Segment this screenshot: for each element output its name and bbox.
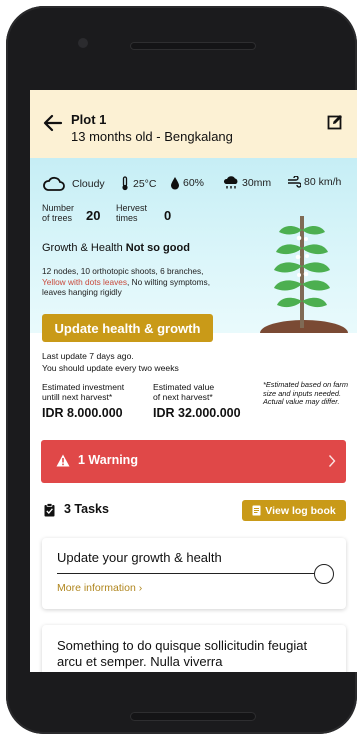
plant-illustration (260, 216, 348, 333)
edit-icon[interactable] (327, 114, 343, 130)
task-progress-line (57, 573, 315, 574)
bottom-speaker (130, 712, 256, 721)
estimate-note: *Estimated based on farm size and inputs… (263, 380, 349, 407)
view-log-book-button[interactable]: View log book (242, 500, 346, 521)
weather-temperature: 25°C (120, 176, 156, 191)
water-drop-icon (171, 177, 179, 190)
cloud-icon (43, 176, 65, 191)
app-screen: Plot 1 13 months old - Bengkalang Cloudy (30, 90, 357, 672)
update-frequency-text: You should update every two weeks (42, 363, 179, 373)
temperature-label: 25°C (133, 177, 157, 190)
weather-rainfall: 30mm (223, 176, 271, 190)
plot-subtitle: 13 months old - Bengkalang (71, 129, 233, 144)
arrow-back-icon[interactable] (42, 112, 64, 134)
investment-label: Estimated investment untill next harvest* (42, 382, 125, 402)
warning-banner[interactable]: 1 Warning (41, 440, 346, 483)
growth-health: Growth & Health Not so good (42, 242, 190, 254)
update-health-growth-button[interactable]: Update health & growth (42, 314, 213, 342)
harvest-value-amount: IDR 32.000.000 (153, 406, 241, 420)
last-update-text: Last update 7 days ago. (42, 351, 134, 361)
more-information-link[interactable]: More information › (57, 582, 142, 594)
rainfall-label: 30mm (242, 177, 272, 189)
thermometer-icon (122, 176, 128, 191)
phone-frame: Plot 1 13 months old - Bengkalang Cloudy (6, 6, 357, 734)
weather-condition-label: Cloudy (72, 178, 105, 190)
chevron-right-icon (328, 455, 336, 467)
harvest-value-label: Estimated value of next harvest* (153, 382, 215, 402)
humidity-label: 60% (183, 177, 205, 189)
log-book-label: View log book (265, 504, 336, 517)
top-app-bar: Plot 1 13 months old - Bengkalang (30, 90, 357, 158)
investment-value: IDR 8.000.000 (42, 406, 123, 420)
wind-label: 80 km/h (304, 176, 342, 188)
rain-cloud-icon (223, 176, 238, 189)
weather-bar: Cloudy 25°C 60% 30mm 80 km/h (30, 176, 357, 196)
task-title: Something to do quisque sollicitudin feu… (57, 638, 308, 669)
weather-humidity: 60% (170, 176, 204, 190)
warning-icon (56, 454, 70, 467)
task-card[interactable]: Something to do quisque sollicitudin feu… (42, 625, 346, 672)
plot-overview: Cloudy 25°C 60% 30mm 80 km/h Number of t… (30, 158, 357, 333)
weather-condition: Cloudy (42, 176, 105, 192)
trees-value: 20 (86, 208, 101, 223)
earpiece-speaker (130, 42, 256, 50)
harvest-label: Hervest times (116, 203, 148, 223)
log-book-icon (252, 505, 261, 516)
trees-label: Number of trees (42, 203, 75, 223)
wind-icon (288, 176, 301, 188)
clipboard-check-icon (44, 503, 55, 517)
plot-title: Plot 1 (71, 112, 107, 127)
tasks-title: 3 Tasks (64, 502, 109, 516)
harvest-value: 0 (164, 208, 172, 223)
growth-health-value: Not so good (125, 242, 190, 254)
task-card[interactable]: Update your growth & health More informa… (42, 538, 346, 609)
growth-health-label: Growth & Health (42, 242, 123, 254)
warning-label: 1 Warning (78, 453, 138, 467)
weather-wind: 80 km/h (287, 176, 341, 188)
growth-description: 12 nodes, 10 orthotopic shoots, 6 branch… (42, 266, 211, 297)
front-camera (78, 38, 88, 48)
leaf-warning-text: Yellow with dots leaves (42, 276, 128, 287)
task-title: Update your growth & health (57, 550, 222, 565)
task-checkbox[interactable] (314, 564, 334, 584)
